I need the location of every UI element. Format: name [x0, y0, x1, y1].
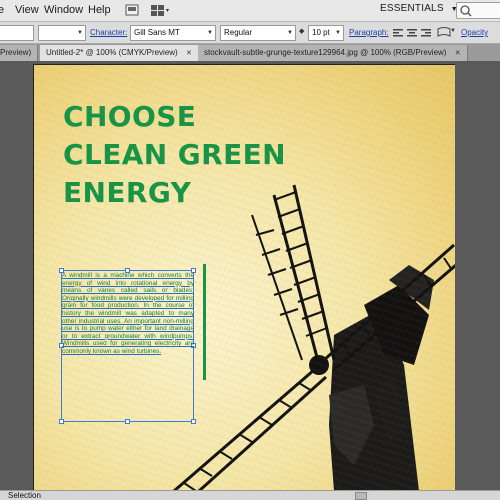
headline-line: ENERGY: [63, 176, 192, 209]
tab-previous-document[interactable]: Preview): [0, 45, 39, 61]
resize-handle[interactable]: [59, 419, 64, 424]
workspace-switcher[interactable]: ESSENTIALS ▼: [380, 3, 458, 19]
font-family-select[interactable]: Gill Sans MT ▼: [130, 25, 216, 41]
close-icon[interactable]: ✕: [186, 50, 192, 57]
character-link[interactable]: Character:: [90, 28, 127, 37]
artboard[interactable]: CHOOSE CLEAN GREEN ENERGY A windmill is …: [33, 64, 455, 490]
headline-line: CLEAN GREEN: [63, 138, 286, 171]
align-center-icon[interactable]: [406, 26, 418, 44]
tab-label: Untitled-2* @ 100% (CMYK/Preview): [46, 48, 178, 57]
arrange-documents-icon[interactable]: [150, 3, 172, 17]
search-input[interactable]: [456, 2, 500, 19]
chevron-down-icon: ▼: [207, 30, 213, 36]
chevron-down-icon[interactable]: ▼: [450, 28, 456, 34]
align-left-icon[interactable]: [392, 26, 404, 44]
headline[interactable]: CHOOSE CLEAN GREEN ENERGY: [63, 98, 286, 212]
chevron-down-icon: ▼: [335, 30, 341, 36]
chevron-down-icon: ▼: [287, 30, 293, 36]
headline-line: CHOOSE: [63, 100, 197, 133]
search-icon: [460, 5, 472, 17]
paragraph-link[interactable]: Paragraph:: [349, 28, 389, 37]
control-bar: ▼ Character: Gill Sans MT ▼ Regular ▼ ◆ …: [0, 22, 500, 44]
resize-handle[interactable]: [191, 419, 196, 424]
size-stepper-icon[interactable]: ◆: [299, 27, 304, 35]
menu-help[interactable]: Help: [88, 4, 111, 16]
tab-stockvault-texture[interactable]: stockvault-subtle-grunge-texture129964.j…: [198, 45, 468, 61]
document-tab-bar: Preview) Untitled-2* @ 100% (CMYK/Previe…: [0, 44, 500, 61]
status-bar: Selection: [0, 490, 500, 500]
bridge-icon[interactable]: [125, 3, 139, 17]
close-icon[interactable]: ✕: [455, 50, 461, 57]
green-divider-bar[interactable]: [203, 264, 206, 380]
body-text[interactable]: A windmill is a machine which converts t…: [62, 272, 194, 356]
horizontal-scrollbar[interactable]: [355, 492, 367, 500]
font-size-select[interactable]: 10 pt ▼: [308, 25, 344, 41]
workspace-label: ESSENTIALS: [380, 3, 444, 14]
menu-bar: e View Window Help ESSENTIALS ▼: [0, 0, 500, 22]
fill-stroke-field[interactable]: [0, 25, 34, 41]
resize-handle[interactable]: [125, 419, 130, 424]
font-style-value: Regular: [224, 28, 253, 37]
font-size-value: 10 pt: [312, 28, 330, 37]
font-style-select[interactable]: Regular ▼: [220, 25, 296, 41]
font-family-value: Gill Sans MT: [134, 28, 180, 37]
menu-file[interactable]: e: [0, 4, 4, 16]
current-tool-label[interactable]: Selection: [8, 491, 41, 500]
opacity-link[interactable]: Opacity: [461, 28, 488, 37]
menu-window[interactable]: Window: [44, 4, 83, 16]
tab-label: stockvault-subtle-grunge-texture129964.j…: [204, 48, 447, 57]
menu-view[interactable]: View: [15, 4, 39, 16]
chevron-down-icon: ▼: [77, 30, 83, 36]
style-field[interactable]: ▼: [38, 25, 86, 41]
align-right-icon[interactable]: [420, 26, 432, 44]
tab-label: Preview): [0, 48, 32, 57]
envelope-warp-icon[interactable]: [437, 25, 451, 44]
tab-untitled-2[interactable]: Untitled-2* @ 100% (CMYK/Preview) ✕: [40, 45, 199, 61]
